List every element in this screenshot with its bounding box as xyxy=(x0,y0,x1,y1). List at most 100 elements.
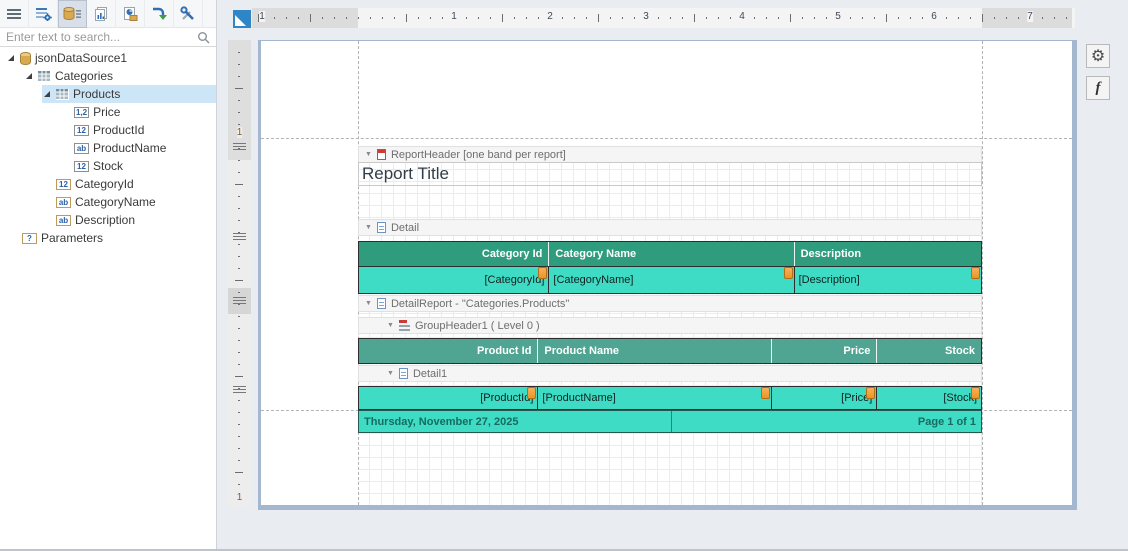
band-resize-handle[interactable] xyxy=(233,386,246,393)
product-id-header-cell[interactable]: Product Id xyxy=(359,339,539,363)
category-name-header-cell[interactable]: Category Name xyxy=(549,242,795,266)
field-list-tab[interactable] xyxy=(58,0,87,28)
report-designer-window: jsonDataSource1 Categories Products xyxy=(0,0,1128,551)
ruler-number: 4 xyxy=(739,11,745,22)
field-list-item-jsondatasource1[interactable]: jsonDataSource1 xyxy=(0,49,216,67)
field-list-item-products[interactable]: Products xyxy=(0,85,216,103)
ruler-number: 1 xyxy=(236,127,243,138)
table-icon xyxy=(56,88,69,100)
item-label: ProductName xyxy=(93,141,167,155)
group-header-band-strip[interactable]: ▼ GroupHeader1 ( Level 0 ) xyxy=(358,317,982,334)
field-list-tree: jsonDataSource1 Categories Products 1,2 … xyxy=(0,47,216,247)
footer-page-info-cell[interactable]: Page 1 of 1 xyxy=(672,411,981,432)
category-id-cell[interactable]: [CategoryId] xyxy=(359,267,550,293)
field-list-item-price[interactable]: 1,2 Price xyxy=(0,103,216,121)
field-list-item-categoryid[interactable]: 12 CategoryId xyxy=(0,175,216,193)
ruler-corner-button[interactable] xyxy=(233,10,251,28)
band-label: Detail xyxy=(390,221,420,234)
expander-icon[interactable] xyxy=(24,72,34,80)
category-header-row: Category Id Category Name Description xyxy=(358,241,982,267)
collapse-band-icon[interactable]: ▼ xyxy=(387,322,394,329)
detail-band-strip[interactable]: ▼ Detail xyxy=(358,219,982,236)
string-field-icon: ab xyxy=(56,196,71,208)
field-list-item-stock[interactable]: 12 Stock xyxy=(0,157,216,175)
item-label: CategoryId xyxy=(75,177,134,191)
field-expression: [CategoryName] xyxy=(553,274,634,286)
data-binding-icon[interactable] xyxy=(971,387,980,399)
settings-button[interactable]: ⚙ xyxy=(1086,44,1110,68)
field-list-item-categories[interactable]: Categories xyxy=(0,67,216,85)
detail-report-band-strip[interactable]: ▼ DetailReport - "Categories.Products" xyxy=(358,295,982,312)
detail1-band-strip[interactable]: ▼ Detail1 xyxy=(358,365,982,382)
ruler-number: 2 xyxy=(547,11,553,22)
ruler-ticks xyxy=(235,40,243,504)
search-input[interactable] xyxy=(0,28,216,46)
data-binding-icon[interactable] xyxy=(538,267,548,279)
report-header-band-strip[interactable]: ▼ ReportHeader [one band per report] xyxy=(358,146,982,163)
field-list-item-categoryname[interactable]: ab CategoryName xyxy=(0,193,216,211)
footer-date-cell[interactable]: Thursday, November 27, 2025 xyxy=(359,411,672,432)
collapse-band-icon[interactable]: ▼ xyxy=(365,224,372,231)
field-list-item-productid[interactable]: 12 ProductId xyxy=(0,121,216,139)
description-cell[interactable]: [Description] xyxy=(795,267,981,293)
string-field-icon: ab xyxy=(74,142,89,154)
detail-report-band-icon xyxy=(376,298,386,309)
field-expression: [ProductName] xyxy=(542,392,616,404)
properties-tab[interactable] xyxy=(29,0,58,28)
category-name-cell[interactable]: [CategoryName] xyxy=(549,267,795,293)
report-explorer-icon xyxy=(95,7,107,21)
tools-tab[interactable] xyxy=(174,0,203,28)
stock-header-cell[interactable]: Stock xyxy=(877,339,981,363)
description-header-cell[interactable]: Description xyxy=(795,242,981,266)
report-explorer-tab[interactable] xyxy=(87,0,116,28)
field-expression: [ProductId] xyxy=(480,392,534,404)
integer-field-icon: 12 xyxy=(56,178,71,190)
expander-icon[interactable] xyxy=(6,54,16,62)
report-title-label[interactable]: Report Title xyxy=(358,162,982,186)
product-name-cell[interactable]: [ProductName] xyxy=(538,387,772,409)
item-label: Products xyxy=(73,87,121,101)
item-label: CategoryName xyxy=(75,195,156,209)
stock-cell[interactable]: [Stock] xyxy=(877,387,981,409)
vertical-ruler: 1 1 xyxy=(228,40,251,507)
menu-tab[interactable] xyxy=(0,0,29,28)
price-cell[interactable]: [Price] xyxy=(772,387,878,409)
band-resize-handle[interactable] xyxy=(233,297,246,304)
band-resize-handle[interactable] xyxy=(233,143,246,150)
field-list-item-parameters[interactable]: ? Parameters xyxy=(0,229,216,247)
data-binding-icon[interactable] xyxy=(783,267,793,279)
report-preview-tab[interactable] xyxy=(116,0,145,28)
ruler-number: 3 xyxy=(643,11,649,22)
category-id-header-cell[interactable]: Category Id xyxy=(359,242,550,266)
tools-icon xyxy=(180,6,194,20)
export-tab[interactable] xyxy=(145,0,174,28)
design-surface[interactable]: ▼ ReportHeader [one band per report] Rep… xyxy=(258,40,1077,510)
item-label: Stock xyxy=(93,159,124,173)
string-field-icon: ab xyxy=(56,214,71,226)
product-name-header-cell[interactable]: Product Name xyxy=(538,339,772,363)
collapse-band-icon[interactable]: ▼ xyxy=(387,370,394,377)
parameters-icon: ? xyxy=(22,232,37,244)
item-label: Categories xyxy=(55,69,114,83)
ruler-number: 6 xyxy=(931,11,937,22)
expander-icon[interactable] xyxy=(42,90,52,98)
field-list-item-productname[interactable]: ab ProductName xyxy=(0,139,216,157)
scripts-button[interactable]: f xyxy=(1086,76,1110,100)
data-binding-icon[interactable] xyxy=(760,387,770,399)
price-header-cell[interactable]: Price xyxy=(772,339,878,363)
collapse-band-icon[interactable]: ▼ xyxy=(365,300,372,307)
right-margin-line xyxy=(982,41,983,505)
item-label: Description xyxy=(75,213,136,227)
field-expression: [CategoryId] xyxy=(484,274,545,286)
menu-icon xyxy=(7,9,21,19)
data-binding-icon[interactable] xyxy=(866,387,876,399)
data-binding-icon[interactable] xyxy=(971,267,980,279)
band-label: GroupHeader1 ( Level 0 ) xyxy=(414,319,540,332)
band-resize-handle[interactable] xyxy=(233,233,246,240)
data-binding-icon[interactable] xyxy=(527,387,537,399)
product-id-cell[interactable]: [ProductId] xyxy=(359,387,539,409)
field-list-item-description[interactable]: ab Description xyxy=(0,211,216,229)
collapse-band-icon[interactable]: ▼ xyxy=(365,151,372,158)
gear-icon: ⚙ xyxy=(1090,48,1106,65)
search-icon[interactable] xyxy=(197,31,210,49)
